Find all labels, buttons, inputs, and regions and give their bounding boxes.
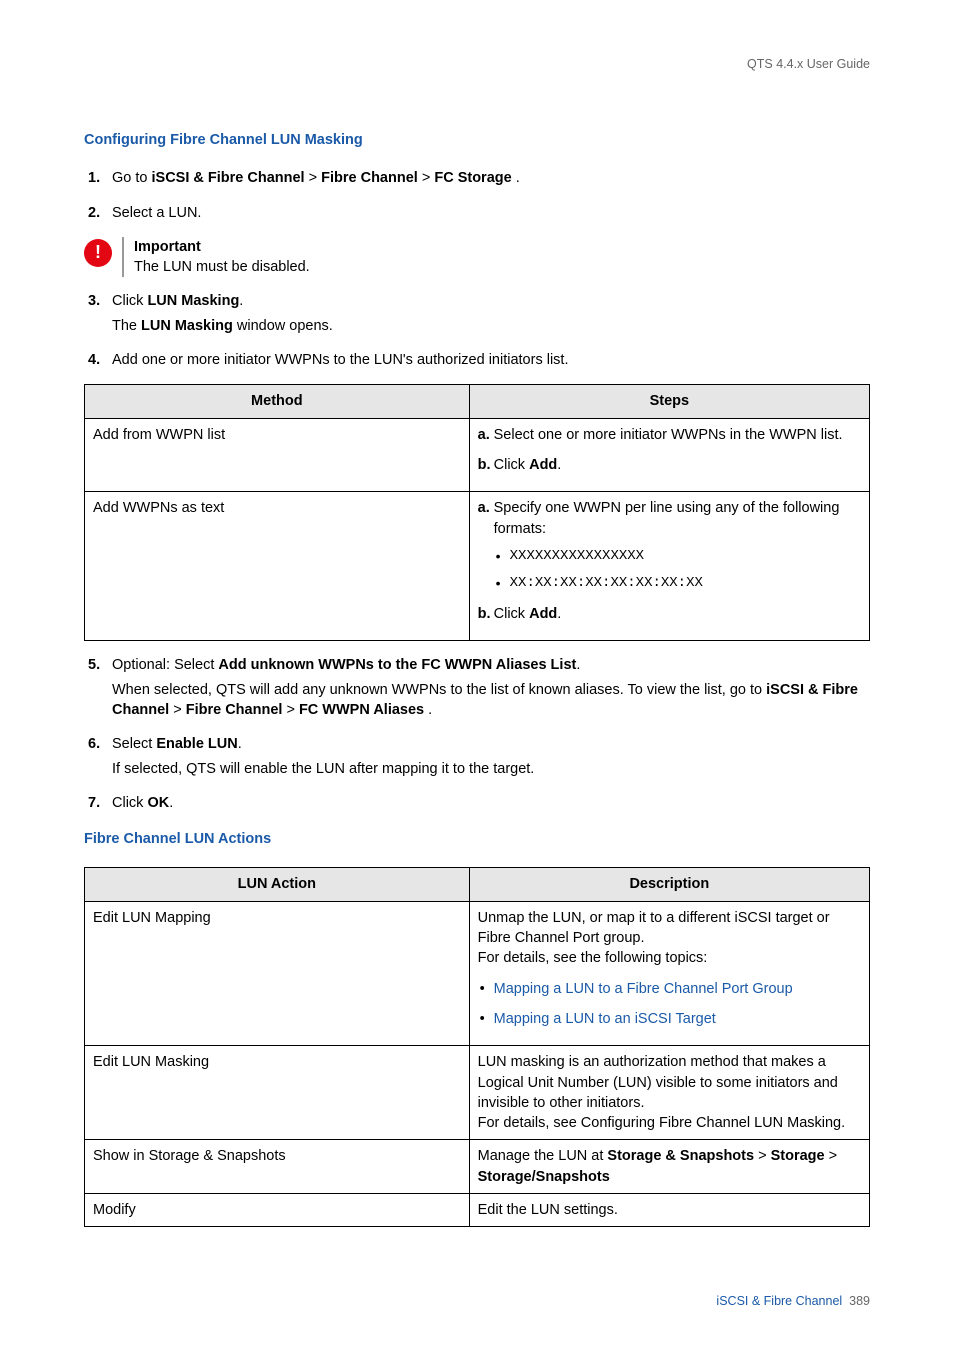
period: . xyxy=(424,702,432,718)
format-2: XX:XX:XX:XX:XX:XX:XX:XX xyxy=(510,574,861,594)
desc-line: Unmap the LUN, or map it to a different … xyxy=(478,908,861,949)
important-callout: ! Important The LUN must be disabled. xyxy=(84,237,870,278)
sep: > xyxy=(305,170,322,186)
sep: > xyxy=(754,1148,771,1164)
col-steps: Steps xyxy=(469,385,869,418)
txt: Click xyxy=(494,457,529,473)
step-2: Select a LUN. xyxy=(112,203,870,223)
col-method: Method xyxy=(85,385,470,418)
period: . xyxy=(239,293,243,309)
sep: > xyxy=(282,702,299,718)
step3-sub-c: window opens. xyxy=(233,318,333,334)
txt: Manage the LUN at xyxy=(478,1148,608,1164)
step7-bold: OK xyxy=(147,795,169,811)
sep: > xyxy=(169,702,186,718)
action-show-storage: Show in Storage & Snapshots xyxy=(85,1140,470,1194)
link-map-iscsi-target[interactable]: Mapping a LUN to an iSCSI Target xyxy=(494,1011,716,1027)
add-label: Add xyxy=(529,457,557,473)
step-1: Go to iSCSI & Fibre Channel > Fibre Chan… xyxy=(112,168,870,188)
path1: Storage & Snapshots xyxy=(607,1148,754,1164)
desc-line: For details, see Configuring Fibre Chann… xyxy=(478,1113,861,1133)
step-4: Add one or more initiator WWPNs to the L… xyxy=(112,350,870,370)
table-row: Add from WWPN list Select one or more in… xyxy=(85,418,870,492)
txt: When selected, QTS will add any unknown … xyxy=(112,682,766,698)
table-row: Modify Edit the LUN settings. xyxy=(85,1193,870,1226)
txt: Optional: Select xyxy=(112,657,218,673)
desc-edit-mapping: Unmap the LUN, or map it to a different … xyxy=(469,901,869,1045)
steps-wwpn-list: Select one or more initiator WWPNs in th… xyxy=(469,418,869,492)
step-7: Click OK. xyxy=(112,793,870,813)
txt: Click xyxy=(494,606,529,622)
step1-path3: FC Storage xyxy=(434,170,511,186)
wwpn-methods-table: Method Steps Add from WWPN list Select o… xyxy=(84,384,870,641)
step6-bold: Enable LUN xyxy=(156,736,237,752)
substep: Select one or more initiator WWPNs in th… xyxy=(494,425,861,445)
step-6: Select Enable LUN. If selected, QTS will… xyxy=(112,734,870,779)
link-map-fc-port-group[interactable]: Mapping a LUN to a Fibre Channel Port Gr… xyxy=(494,981,793,997)
step3-text: Click xyxy=(112,293,147,309)
substep: Click Add. xyxy=(494,455,861,475)
action-edit-masking: Edit LUN Masking xyxy=(85,1046,470,1140)
step3-bold: LUN Masking xyxy=(147,293,239,309)
footer-section: iSCSI & Fibre Channel xyxy=(716,1294,842,1308)
period: . xyxy=(557,457,561,473)
step6-sub: If selected, QTS will enable the LUN aft… xyxy=(112,759,870,779)
action-modify: Modify xyxy=(85,1193,470,1226)
format-1: XXXXXXXXXXXXXXXX xyxy=(510,547,861,567)
footer: iSCSI & Fibre Channel 389 xyxy=(716,1293,870,1311)
txt: Click xyxy=(112,795,147,811)
section-title-configuring: Configuring Fibre Channel LUN Masking xyxy=(84,130,870,150)
period: . xyxy=(512,170,520,186)
step-5: Optional: Select Add unknown WWPNs to th… xyxy=(112,655,870,720)
callout-text: The LUN must be disabled. xyxy=(134,257,310,277)
col-action: LUN Action xyxy=(85,868,470,901)
header-guide-title: QTS 4.4.x User Guide xyxy=(747,56,870,74)
sep: > xyxy=(825,1148,838,1164)
section-title-actions: Fibre Channel LUN Actions xyxy=(84,829,870,849)
step1-path1: iSCSI & Fibre Channel xyxy=(152,170,305,186)
desc-line: LUN masking is an authorization method t… xyxy=(478,1052,861,1113)
table-row: Edit LUN Masking LUN masking is an autho… xyxy=(85,1046,870,1140)
period: . xyxy=(238,736,242,752)
substep: Specify one WWPN per line using any of t… xyxy=(494,498,861,594)
col-description: Description xyxy=(469,868,869,901)
step5-bold: Add unknown WWPNs to the FC WWPN Aliases… xyxy=(218,657,576,673)
table-row: Add WWPNs as text Specify one WWPN per l… xyxy=(85,492,870,641)
path3: FC WWPN Aliases xyxy=(299,702,424,718)
step1-text: Go to xyxy=(112,170,152,186)
add-label: Add xyxy=(529,606,557,622)
desc-show-storage: Manage the LUN at Storage & Snapshots > … xyxy=(469,1140,869,1194)
desc-modify: Edit the LUN settings. xyxy=(469,1193,869,1226)
path2: Storage xyxy=(771,1148,825,1164)
lun-actions-table: LUN Action Description Edit LUN Mapping … xyxy=(84,867,870,1227)
method-wwpn-text: Add WWPNs as text xyxy=(85,492,470,641)
period: . xyxy=(557,606,561,622)
callout-title: Important xyxy=(134,237,310,257)
path3: Storage/Snapshots xyxy=(478,1169,610,1185)
footer-page: 389 xyxy=(849,1294,870,1308)
path2: Fibre Channel xyxy=(186,702,283,718)
table-row: Show in Storage & Snapshots Manage the L… xyxy=(85,1140,870,1194)
step3-sub-a: The xyxy=(112,318,141,334)
method-wwpn-list: Add from WWPN list xyxy=(85,418,470,492)
period: . xyxy=(169,795,173,811)
step-3: Click LUN Masking. The LUN Masking windo… xyxy=(112,291,870,336)
action-edit-mapping: Edit LUN Mapping xyxy=(85,901,470,1045)
important-icon: ! xyxy=(84,239,112,267)
desc-line: For details, see the following topics: xyxy=(478,948,861,968)
steps-wwpn-text: Specify one WWPN per line using any of t… xyxy=(469,492,869,641)
substep: Click Add. xyxy=(494,604,861,624)
sep: > xyxy=(418,170,435,186)
step3-sub-b: LUN Masking xyxy=(141,318,233,334)
desc-edit-masking: LUN masking is an authorization method t… xyxy=(469,1046,869,1140)
table-row: Edit LUN Mapping Unmap the LUN, or map i… xyxy=(85,901,870,1045)
step1-path2: Fibre Channel xyxy=(321,170,418,186)
period: . xyxy=(576,657,580,673)
txt: Select xyxy=(112,736,156,752)
txt: Specify one WWPN per line using any of t… xyxy=(494,500,840,536)
